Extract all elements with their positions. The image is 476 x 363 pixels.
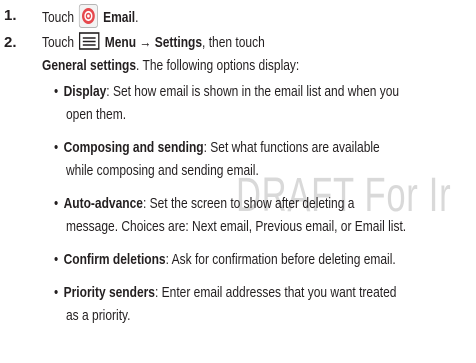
menu-key-icon: [79, 32, 100, 50]
option-priority-senders: • Priority senders: Enter email addresses…: [54, 283, 476, 303]
step-text: . The following options display:: [136, 57, 300, 74]
step-1: 1. Touch Email.: [4, 4, 476, 28]
step-2: 2. Touch Menu → Settings, then touch Gen…: [4, 32, 476, 81]
step-text: Touch: [42, 34, 75, 51]
general-settings-label: General settings: [42, 57, 137, 74]
bullet: •: [54, 195, 59, 212]
option-continuation: while composing and sending email.: [66, 162, 259, 179]
option-description: : Set the screen to show after deleting …: [142, 195, 355, 212]
option-description: : Set what functions are available: [203, 139, 380, 156]
option-continuation: message. Choices are: Next email, Previo…: [66, 218, 407, 235]
option-description: : Enter email addresses that you want tr…: [154, 284, 397, 301]
option-term: Confirm deletions: [63, 251, 166, 268]
step-text: Touch: [42, 8, 75, 26]
step-2-line-1: Touch Menu → Settings, then touch: [42, 32, 320, 53]
bullet: •: [54, 139, 59, 156]
step-2-line-2: General settings. The following options …: [42, 56, 364, 76]
bullet: •: [54, 251, 59, 268]
option-confirm-deletions: • Confirm deletions: Ask for confirmation…: [54, 250, 476, 270]
option-continuation: as a priority.: [66, 307, 131, 324]
step-text: , then touch: [202, 34, 265, 51]
email-app-icon: [78, 4, 99, 28]
option-term: Auto-advance: [63, 195, 143, 212]
step-1-text: Touch Email.: [42, 4, 163, 30]
option-term: Priority senders: [63, 284, 155, 301]
option-term: Composing and sending: [63, 139, 204, 156]
option-display: • Display: Set how email is shown in the …: [54, 82, 476, 102]
option-term: Display: [63, 83, 107, 100]
option-continuation: open them.: [66, 106, 127, 123]
step-text: .: [135, 8, 139, 26]
bullet: •: [54, 284, 59, 301]
option-composing-and-sending: • Composing and sending: Set what functio…: [54, 138, 461, 158]
menu-settings-path: Menu → Settings: [104, 34, 203, 51]
option-description: : Ask for confirmation before deleting e…: [165, 251, 396, 268]
bullet: •: [54, 83, 59, 100]
step-number: 1.: [4, 7, 17, 24]
email-label: Email: [103, 8, 136, 26]
option-description: : Set how email is shown in the email li…: [106, 83, 400, 100]
option-auto-advance: • Auto-advance: Set the screen to show af…: [54, 194, 430, 214]
step-number: 2.: [4, 34, 17, 51]
